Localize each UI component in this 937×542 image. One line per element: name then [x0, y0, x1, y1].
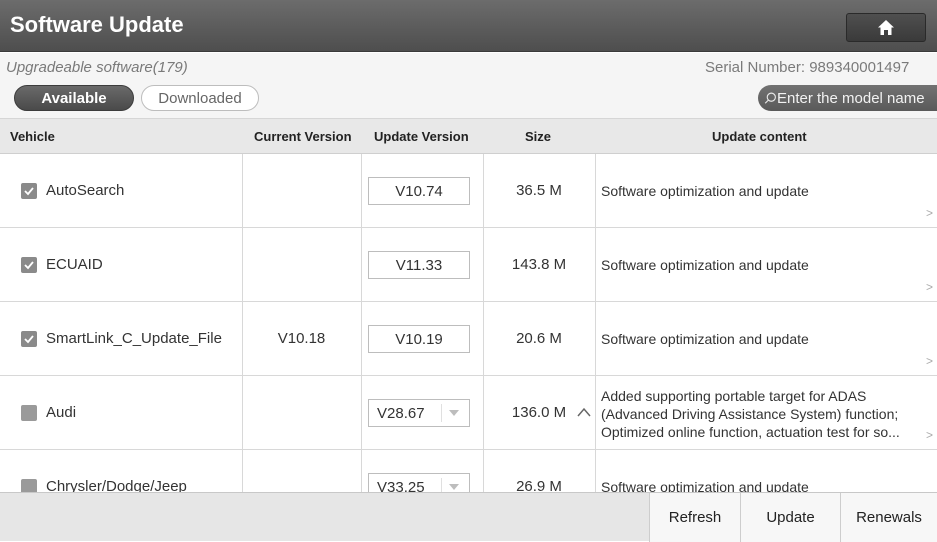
update-content: Software optimization and update	[601, 478, 926, 492]
search-box[interactable]	[758, 85, 937, 111]
dropdown-arrow-icon[interactable]	[441, 478, 465, 492]
vehicle-name: AutoSearch	[46, 182, 125, 199]
table-row[interactable]: ECUAID V11.33 143.8 M Software optimizat…	[0, 228, 937, 302]
update-version-field[interactable]: V10.74	[368, 177, 470, 205]
check-icon	[24, 335, 34, 344]
update-content-line: Software optimization and update	[601, 331, 809, 347]
col-update-version: Update Version	[374, 129, 469, 144]
file-size: 26.9 M	[516, 478, 562, 492]
update-content: Software optimization and update	[601, 330, 926, 348]
bottom-toolbar: Refresh Update Renewals	[0, 492, 937, 542]
row-checkbox[interactable]	[21, 257, 37, 273]
search-input[interactable]	[777, 89, 937, 107]
update-content: Software optimization and update	[601, 256, 926, 274]
chevron-right-icon[interactable]: >	[926, 354, 933, 368]
chevron-right-icon[interactable]: >	[926, 206, 933, 220]
serial-number: Serial Number: 989340001497	[705, 59, 910, 76]
search-icon	[764, 92, 776, 104]
update-content-line: Software optimization and update	[601, 479, 809, 492]
update-content: Added supporting portable target for ADA…	[601, 387, 926, 441]
table-header: Vehicle Current Version Update Version S…	[0, 119, 937, 154]
col-vehicle: Vehicle	[10, 129, 55, 144]
file-size: 20.6 M	[516, 330, 562, 347]
refresh-button[interactable]: Refresh	[649, 493, 740, 542]
home-button[interactable]	[846, 13, 926, 42]
table-row[interactable]: Chrysler/Dodge/Jeep V33.25 26.9 M Softwa…	[0, 450, 937, 492]
chevron-up-icon[interactable]	[576, 406, 592, 418]
row-checkbox[interactable]	[21, 479, 37, 492]
col-size: Size	[525, 129, 552, 144]
page-title: Software Update	[10, 12, 184, 37]
file-size: 36.5 M	[516, 182, 562, 199]
vehicle-name: Audi	[46, 404, 77, 421]
update-version-field[interactable]: V11.33	[368, 251, 470, 279]
table-row[interactable]: SmartLink_C_Update_File V10.18 V10.19 20…	[0, 302, 937, 376]
check-icon	[24, 261, 34, 270]
row-checkbox[interactable]	[21, 183, 37, 199]
software-list: AutoSearch V10.74 36.5 M Software optimi…	[0, 154, 937, 492]
vehicle-name: SmartLink_C_Update_File	[46, 330, 222, 347]
col-update-content: Update content	[712, 129, 807, 144]
check-icon	[24, 187, 34, 196]
update-version-field[interactable]: V10.19	[368, 325, 470, 353]
update-version-value: V28.67	[377, 404, 425, 422]
table-row[interactable]: Audi V28.67 136.0 M Added supporting por…	[0, 376, 937, 450]
title-bar: Software Update	[0, 0, 937, 52]
tab-downloaded[interactable]: Downloaded	[141, 85, 259, 111]
home-icon	[878, 20, 894, 35]
update-content-line: Added supporting portable target for ADA…	[601, 388, 867, 404]
update-content-line: (Advanced Driving Assistance System) fun…	[601, 406, 899, 422]
row-checkbox[interactable]	[21, 331, 37, 347]
update-version-value: V33.25	[377, 478, 425, 493]
col-current-version: Current Version	[254, 129, 352, 144]
file-size: 143.8 M	[511, 256, 567, 273]
row-checkbox[interactable]	[21, 405, 37, 421]
update-content: Software optimization and update	[601, 182, 926, 200]
update-version-select[interactable]: V28.67	[368, 399, 470, 427]
current-version: V10.18	[277, 330, 326, 347]
vehicle-name: ECUAID	[46, 256, 103, 273]
update-button[interactable]: Update	[740, 493, 840, 542]
vehicle-name: Chrysler/Dodge/Jeep	[46, 478, 187, 492]
update-content-line: Software optimization and update	[601, 183, 809, 199]
tab-available[interactable]: Available	[14, 85, 134, 111]
update-version-select[interactable]: V33.25	[368, 473, 470, 492]
chevron-right-icon[interactable]: >	[926, 280, 933, 294]
renewals-button[interactable]: Renewals	[840, 493, 937, 542]
update-content-line: Optimized online function, actuation tes…	[601, 424, 900, 440]
table-row[interactable]: AutoSearch V10.74 36.5 M Software optimi…	[0, 154, 937, 228]
update-content-line: Software optimization and update	[601, 257, 809, 273]
dropdown-arrow-icon[interactable]	[441, 404, 465, 422]
toolbar: Upgradeable software(179) Serial Number:…	[0, 53, 937, 119]
chevron-right-icon[interactable]: >	[926, 428, 933, 442]
upgradeable-count: Upgradeable software(179)	[6, 59, 188, 76]
